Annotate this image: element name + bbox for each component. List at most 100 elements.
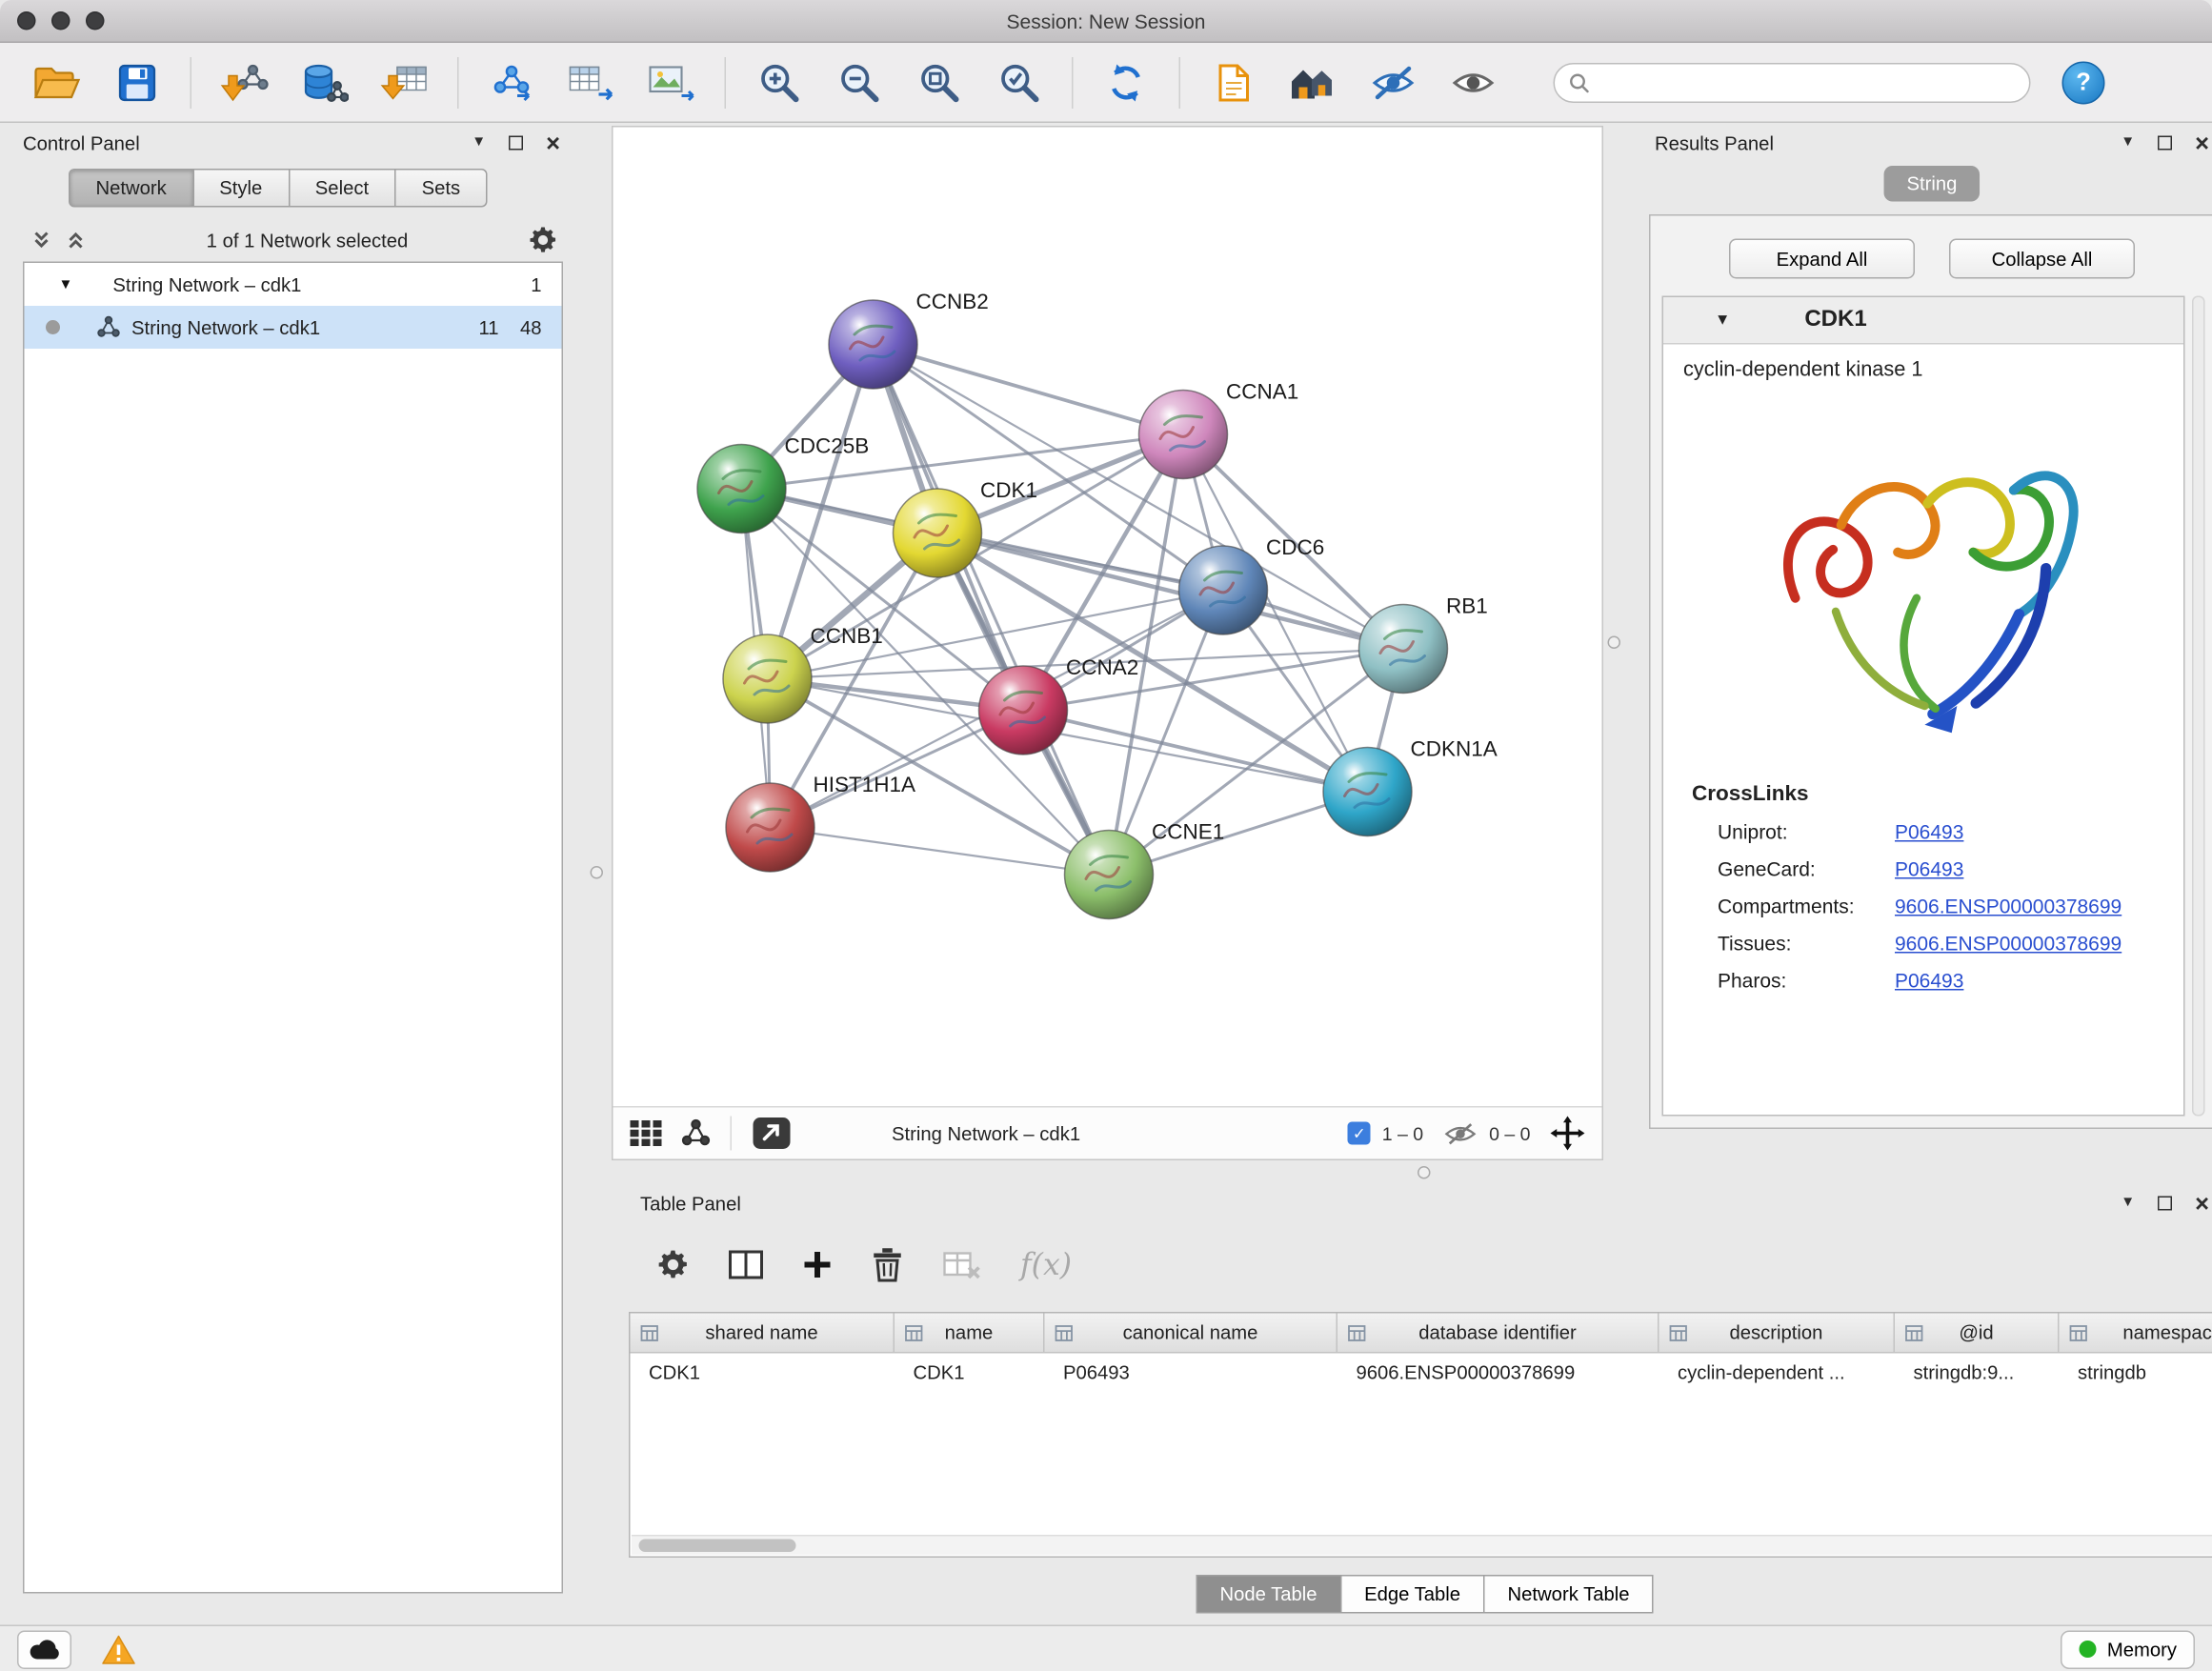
table-settings-gear-icon[interactable] xyxy=(657,1249,689,1280)
search-input[interactable] xyxy=(1598,71,2015,93)
table-cell[interactable]: CDK1 xyxy=(631,1354,895,1393)
network-node-CCNA1[interactable]: CCNA1 xyxy=(1139,380,1299,479)
column-header-name[interactable]: name xyxy=(895,1314,1045,1353)
clone-network-button[interactable] xyxy=(479,50,545,115)
import-table-button[interactable] xyxy=(372,50,437,115)
network-image-tool-button[interactable] xyxy=(639,50,705,115)
tree-item-collection[interactable]: ▼ String Network – cdk1 1 xyxy=(25,263,562,306)
tab-select[interactable]: Select xyxy=(290,169,396,208)
expand-all-button[interactable]: Expand All xyxy=(1729,239,1915,279)
delete-table-icon[interactable] xyxy=(943,1251,980,1279)
minimize-window-button[interactable] xyxy=(51,11,70,30)
refresh-button[interactable] xyxy=(1094,50,1159,115)
table-scrollbar-horizontal[interactable] xyxy=(632,1535,2212,1555)
column-header-id[interactable]: @id xyxy=(1895,1314,2060,1353)
tab-network-table[interactable]: Network Table xyxy=(1485,1575,1654,1614)
crosslink-tissues-link[interactable]: 9606.ENSP00000378699 xyxy=(1895,932,2122,955)
hidden-eye-icon[interactable] xyxy=(1443,1121,1478,1146)
splitter-handle[interactable] xyxy=(591,866,604,879)
network-edge-CCNB2-CCNA1[interactable] xyxy=(874,345,1184,435)
network-edge-CCNA2-CDKN1A[interactable] xyxy=(1023,711,1368,793)
splitter-handle[interactable] xyxy=(1418,1166,1431,1179)
panel-menu-icon[interactable]: ▼ xyxy=(2121,136,2135,151)
table-cell[interactable]: stringdb xyxy=(2060,1354,2212,1393)
delete-column-trash-icon[interactable] xyxy=(872,1248,903,1282)
column-header-databaseidentifier[interactable]: database identifier xyxy=(1337,1314,1659,1353)
import-network-from-file-button[interactable] xyxy=(211,50,277,115)
network-node-CCNE1[interactable]: CCNE1 xyxy=(1065,820,1225,919)
scrollbar-thumb[interactable] xyxy=(639,1540,796,1553)
birdseye-view-button[interactable] xyxy=(631,1120,662,1146)
open-session-button[interactable] xyxy=(25,50,90,115)
tab-sets[interactable]: Sets xyxy=(396,169,488,208)
table-cell[interactable]: CDK1 xyxy=(895,1354,1045,1393)
import-network-from-database-button[interactable] xyxy=(292,50,357,115)
cloud-button[interactable] xyxy=(17,1630,71,1669)
show-graphics-button[interactable] xyxy=(1440,50,1506,115)
crosslink-compartments-link[interactable]: 9606.ENSP00000378699 xyxy=(1895,895,2122,917)
column-header-description[interactable]: description xyxy=(1659,1314,1896,1353)
column-header-canonicalname[interactable]: canonical name xyxy=(1045,1314,1338,1353)
show-columns-icon[interactable] xyxy=(729,1251,763,1279)
zoom-in-button[interactable] xyxy=(746,50,812,115)
network-view[interactable]: CCNB2CCNA1CDC25BCDK1CDC6RB1CCNB1CCNA2CDK… xyxy=(612,126,1603,1160)
memory-button[interactable]: Memory xyxy=(2061,1630,2195,1669)
tab-network[interactable]: Network xyxy=(69,169,193,208)
selected-checkbox-icon[interactable]: ✓ xyxy=(1348,1122,1371,1145)
home-networks-button[interactable] xyxy=(1280,50,1346,115)
pan-mode-button[interactable] xyxy=(1551,1117,1585,1151)
close-window-button[interactable] xyxy=(17,11,36,30)
network-node-CDC25B[interactable]: CDC25B xyxy=(697,434,869,534)
expand-all-icon[interactable] xyxy=(66,231,86,251)
collapse-all-icon[interactable] xyxy=(31,231,51,251)
tab-string[interactable]: String xyxy=(1884,166,1981,202)
network-edge-HIST1H1A-CCNE1[interactable] xyxy=(771,828,1110,876)
panel-menu-icon[interactable]: ▼ xyxy=(472,136,486,151)
network-node-CCNB2[interactable]: CCNB2 xyxy=(829,290,989,389)
function-builder-button[interactable]: f(x) xyxy=(1020,1248,1072,1282)
network-node-CCNA2[interactable]: CCNA2 xyxy=(979,655,1139,755)
network-node-CDC6[interactable]: CDC6 xyxy=(1179,535,1325,634)
table-cell[interactable]: stringdb:9... xyxy=(1895,1354,2060,1393)
zoom-window-button[interactable] xyxy=(86,11,105,30)
network-node-RB1[interactable]: RB1 xyxy=(1359,594,1488,694)
node-table[interactable]: shared namenamecanonical namedatabase id… xyxy=(629,1312,2212,1558)
table-cell[interactable]: cyclin-dependent ... xyxy=(1659,1354,1896,1393)
tree-expander-icon[interactable]: ▼ xyxy=(59,276,73,292)
export-view-button[interactable] xyxy=(752,1117,792,1151)
add-column-plus-icon[interactable] xyxy=(803,1251,832,1279)
panel-menu-icon[interactable]: ▼ xyxy=(2121,1197,2135,1211)
network-node-HIST1H1A[interactable]: HIST1H1A xyxy=(726,773,915,872)
float-panel-icon[interactable] xyxy=(2158,136,2172,151)
close-panel-icon[interactable]: × xyxy=(2195,1191,2209,1216)
table-cell[interactable]: 9606.ENSP00000378699 xyxy=(1337,1354,1659,1393)
float-panel-icon[interactable] xyxy=(509,136,523,151)
warnings-button[interactable] xyxy=(97,1630,140,1669)
float-panel-icon[interactable] xyxy=(2158,1197,2172,1211)
save-session-button[interactable] xyxy=(105,50,171,115)
close-panel-icon[interactable]: × xyxy=(546,131,560,155)
network-node-CDKN1A[interactable]: CDKN1A xyxy=(1323,737,1498,836)
tab-node-table[interactable]: Node Table xyxy=(1196,1575,1341,1614)
zoom-selected-button[interactable] xyxy=(986,50,1052,115)
gear-icon[interactable] xyxy=(529,226,557,254)
network-overview-button[interactable] xyxy=(682,1119,711,1148)
zoom-fit-button[interactable] xyxy=(906,50,972,115)
tree-item-network[interactable]: String Network – cdk1 11 48 xyxy=(25,306,562,349)
collapse-all-button[interactable]: Collapse All xyxy=(1949,239,2135,279)
tab-edge-table[interactable]: Edge Table xyxy=(1341,1575,1484,1614)
protein-card-header[interactable]: ▼ CDK1 xyxy=(1663,297,2183,345)
crosslink-genecard-link[interactable]: P06493 xyxy=(1895,857,1963,880)
column-header-sharedname[interactable]: shared name xyxy=(631,1314,895,1353)
collapse-section-icon[interactable]: ▼ xyxy=(1715,312,1730,329)
network-node-CDK1[interactable]: CDK1 xyxy=(894,478,1038,577)
table-row[interactable]: CDK1CDK1P064939606.ENSP00000378699cyclin… xyxy=(631,1354,2212,1393)
zoom-out-button[interactable] xyxy=(826,50,892,115)
results-scrollbar-vertical[interactable] xyxy=(2192,296,2205,1117)
tab-style[interactable]: Style xyxy=(193,169,290,208)
crosslink-pharos-link[interactable]: P06493 xyxy=(1895,969,1963,992)
table-cell[interactable]: P06493 xyxy=(1045,1354,1338,1393)
document-button[interactable] xyxy=(1200,50,1266,115)
network-canvas[interactable]: CCNB2CCNA1CDC25BCDK1CDC6RB1CCNB1CCNA2CDK… xyxy=(613,128,1605,1110)
hide-selected-button[interactable] xyxy=(1360,50,1426,115)
